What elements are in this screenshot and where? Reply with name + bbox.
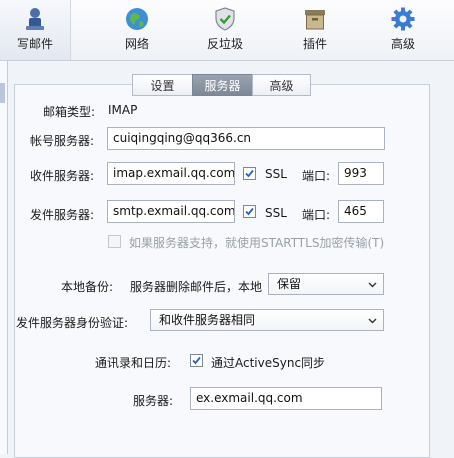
toolbar-plugin-button[interactable]: 插件 (280, 0, 350, 60)
local-backup-label: 本地备份: (61, 280, 114, 294)
mailbox-type-value: IMAP (108, 103, 138, 117)
smtp-auth-select[interactable]: 和收件服务器相同 (150, 309, 384, 331)
incoming-server-input[interactable]: imap.exmail.qq.com (107, 162, 235, 185)
toolbar-label: 高级 (390, 37, 415, 51)
tab-advanced[interactable]: 高级 (252, 74, 311, 96)
toolbar-network-button[interactable]: 网络 (102, 0, 172, 60)
sync-server-input[interactable]: ex.exmail.qq.com (190, 387, 382, 410)
account-server-input[interactable]: cuiqingqing@qq366.cn (107, 127, 385, 150)
local-backup-description: 服务器删除邮件后，本地 (130, 280, 263, 294)
gear-icon (391, 7, 415, 31)
incoming-ssl-label: SSL (265, 167, 287, 181)
checkmark-icon (245, 207, 254, 216)
toolbar-advanced-button[interactable]: 高级 (368, 0, 438, 60)
mailbox-type-label: 邮箱类型: (43, 105, 96, 119)
local-backup-select[interactable]: 保留 (268, 273, 384, 295)
incoming-ssl-checkbox[interactable] (243, 167, 256, 180)
toolbar-label: 写邮件 (16, 37, 53, 51)
outgoing-port-input[interactable]: 465 (338, 200, 384, 223)
outgoing-port-label: 端口: (302, 208, 331, 222)
outgoing-ssl-label: SSL (265, 206, 287, 220)
starttls-checkbox[interactable] (108, 235, 121, 248)
left-sidebar-edge (0, 61, 8, 454)
contacts-calendar-label: 通讯录和日历: (95, 356, 172, 370)
starttls-label: 如果服务器支持，就使用STARTTLS加密传输(T) (129, 236, 385, 250)
outgoing-server-label: 发件服务器: (30, 208, 95, 222)
chevron-down-icon (368, 318, 377, 324)
tab-settings[interactable]: 设置 (132, 74, 193, 96)
plugin-box-icon (305, 10, 325, 30)
incoming-port-label: 端口: (302, 169, 331, 183)
incoming-server-label: 收件服务器: (30, 169, 95, 183)
main-toolbar: 写邮件 网络 反垃圾 插件 高级 (0, 0, 454, 61)
tab-server[interactable]: 服务器 (192, 74, 253, 96)
incoming-port-input[interactable]: 993 (338, 162, 384, 185)
activesync-label: 通过ActiveSync同步 (211, 356, 326, 370)
chevron-down-icon (368, 282, 377, 288)
checkmark-icon (192, 356, 201, 365)
local-backup-selected: 保留 (277, 277, 302, 291)
globe-icon (126, 8, 148, 30)
toolbar-antispam-button[interactable]: 反垃圾 (190, 0, 260, 60)
compose-icon (26, 8, 44, 30)
smtp-auth-selected: 和收件服务器相同 (159, 313, 256, 327)
sync-server-label: 服务器: (133, 394, 174, 408)
outgoing-server-input[interactable]: smtp.exmail.qq.com (107, 200, 235, 223)
toolbar-label: 反垃圾 (206, 37, 243, 51)
account-server-label: 帐号服务器: (30, 134, 95, 148)
outgoing-ssl-checkbox[interactable] (243, 205, 256, 218)
toolbar-compose-button[interactable]: 写邮件 (0, 0, 71, 60)
shield-check-icon (215, 7, 235, 31)
toolbar-label: 插件 (302, 37, 327, 51)
smtp-auth-label: 发件服务器身份验证: (16, 316, 129, 330)
checkmark-icon (245, 169, 254, 178)
toolbar-label: 网络 (124, 37, 149, 51)
activesync-checkbox[interactable] (190, 354, 203, 367)
